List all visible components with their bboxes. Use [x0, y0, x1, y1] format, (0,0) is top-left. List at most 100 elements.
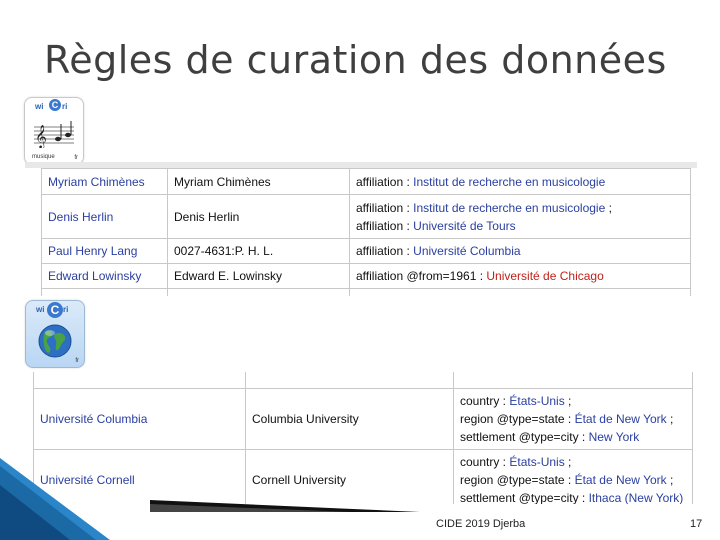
slide-title: Règles de curation des données [44, 38, 667, 82]
entry-link[interactable]: Myriam Chimènes [48, 175, 145, 189]
entry-label-cell [245, 372, 454, 389]
svg-text:𝄞: 𝄞 [35, 124, 47, 148]
entry-name-cell: Myriam Chimènes [41, 168, 168, 195]
logo-suffix: ri [62, 102, 68, 111]
entry-properties-cell: affiliation : Institut de recherche en m… [349, 194, 691, 239]
entry-properties-cell: country : États-Unis ; region @type=state… [453, 388, 693, 450]
property-key: country : [460, 455, 510, 469]
property-value-link[interactable]: New York [589, 430, 640, 444]
logo-center: C [49, 99, 61, 111]
property-value-link[interactable]: États-Unis [509, 455, 564, 469]
property-line: region @type=state : État de New York ; [460, 410, 686, 428]
entry-label-cell: Denis Herlin [167, 194, 350, 239]
property-line: affiliation : Institut de recherche en m… [356, 173, 684, 191]
property-value-link[interactable]: Université de Cantabria [413, 294, 538, 296]
logo-prefix: wi [35, 102, 44, 111]
table-row: Edward Lowinsky Edward E. Lowinsky affilia… [41, 263, 691, 289]
entry-link[interactable]: Denis Herlin [48, 210, 113, 224]
entry-name-cell: Denis Herlin [41, 194, 168, 239]
slide-bottom-stroke [150, 500, 420, 512]
property-value-link[interactable]: Institut de recherche en musicologie [413, 175, 605, 189]
property-line: affiliation @from=1961 : Université de C… [356, 267, 684, 285]
property-value-link[interactable]: Ithaca (New York) [589, 491, 684, 504]
property-key: affiliation : [356, 200, 414, 215]
table-row: Denis Herlin Denis Herlin affiliation : In… [41, 194, 691, 239]
property-key: settlement @type=city : [460, 491, 589, 504]
entry-name-cell: Edward Lowinsky [41, 263, 168, 289]
property-line: country : États-Unis ; [460, 392, 686, 410]
property-separator: ; [605, 200, 612, 215]
property-value-link[interactable]: Université de Tours [413, 219, 516, 233]
property-line: affiliation : Université de Cantabria [356, 292, 684, 296]
property-key: settlement @type=city : [460, 430, 589, 444]
property-key: affiliation : [356, 174, 414, 189]
logo-lang: fr [74, 155, 78, 161]
entry-label-cell: Columbia University [245, 388, 454, 450]
property-value-link[interactable]: Institut de recherche en musicologie [413, 201, 605, 215]
music-note-icon: 𝄞 [34, 121, 74, 148]
property-line: affiliation : Université Columbia [356, 242, 684, 260]
table-row: Université Columbia Columbia University co… [33, 388, 693, 450]
wicri-music-logo[interactable]: wi C ri 𝄞 musique fr [24, 97, 84, 165]
property-separator: ; [666, 473, 674, 487]
property-value-link[interactable]: États-Unis [509, 394, 564, 408]
property-key: region @type=state : [460, 473, 575, 487]
entry-properties-cell: affiliation : Université Columbia [349, 238, 691, 264]
entry-label-cell: Myriam Chimènes [167, 168, 350, 195]
logo-lang: fr [75, 358, 79, 364]
entry-label-cell: 0027-4631:P. H. L. [167, 238, 350, 264]
table-row: Richard Mansel Richard Mansel affiliation … [41, 288, 691, 296]
property-key: affiliation : [356, 294, 413, 296]
logo-caption: musique [32, 154, 55, 160]
entry-label-cell: Edward E. Lowinsky [167, 263, 350, 289]
property-value-link[interactable]: Université Columbia [413, 244, 520, 258]
entry-properties-cell: country : États-Unis ; region @type=state… [453, 449, 693, 504]
table-row: Université Cornell Cornell University coun… [33, 449, 693, 504]
property-value-link[interactable]: État de New York [575, 473, 667, 487]
property-key: affiliation : [356, 218, 414, 233]
property-line: settlement @type=city : New York [460, 428, 686, 446]
property-value-link[interactable]: État de New York [575, 412, 667, 426]
globe-icon [38, 324, 72, 358]
persons-table: Myriam Chimènes Myriam Chimènes affiliatio… [41, 168, 691, 296]
entry-label-cell: Richard Mansel [167, 288, 350, 296]
entry-properties-cell: affiliation @from=1961 : Université de C… [349, 263, 691, 289]
property-key: country : [460, 394, 510, 408]
property-line: affiliation : Institut de recherche en m… [356, 199, 684, 217]
property-separator: ; [666, 412, 674, 426]
entry-name-cell: Paul Henry Lang [41, 238, 168, 264]
property-key: region @type=state : [460, 412, 575, 426]
table-row [33, 372, 693, 389]
property-line: affiliation : Université de Tours [356, 217, 684, 235]
property-line: country : États-Unis ; [460, 453, 686, 471]
persons-table-panel: Myriam Chimènes Myriam Chimènes affiliatio… [27, 168, 697, 296]
slide-corner-decoration [0, 458, 110, 540]
entry-link[interactable]: Paul Henry Lang [48, 244, 137, 258]
entry-name-cell [33, 372, 246, 389]
logo-center: C [47, 302, 63, 318]
entry-label-cell: Cornell University [245, 449, 454, 504]
wicri-geo-logo[interactable]: wi C ri fr [25, 300, 85, 368]
logo-prefix: wi [36, 305, 45, 314]
footer-text: CIDE 2019 Djerba [436, 518, 526, 530]
property-line: settlement @type=city : Ithaca (New York… [460, 489, 686, 504]
entry-properties-cell [453, 372, 693, 389]
property-value-link[interactable]: Université de Chicago [486, 269, 603, 283]
property-separator: ; [564, 455, 572, 469]
property-key: affiliation : [356, 244, 414, 258]
property-line: region @type=state : État de New York ; [460, 471, 686, 489]
page-number: 17 [690, 518, 703, 530]
universities-table-panel: Université Columbia Columbia University co… [25, 372, 697, 504]
entry-link[interactable]: Edward Lowinsky [48, 269, 141, 283]
table-row: Myriam Chimènes Myriam Chimènes affiliatio… [41, 168, 691, 195]
property-key: affiliation @from=1961 : [356, 269, 487, 283]
entry-name-cell: Richard Mansel [41, 288, 168, 296]
logo-suffix: ri [63, 305, 69, 314]
entry-properties-cell: affiliation : Institut de recherche en m… [349, 168, 691, 195]
universities-table: Université Columbia Columbia University co… [33, 372, 693, 504]
table-row: Paul Henry Lang 0027-4631:P. H. L. affilia… [41, 238, 691, 264]
property-separator: ; [564, 394, 572, 408]
entry-link[interactable]: Université Columbia [40, 412, 147, 426]
entry-link[interactable]: Richard Mansel [48, 294, 131, 296]
entry-properties-cell: affiliation : Université de Cantabria [349, 288, 691, 296]
